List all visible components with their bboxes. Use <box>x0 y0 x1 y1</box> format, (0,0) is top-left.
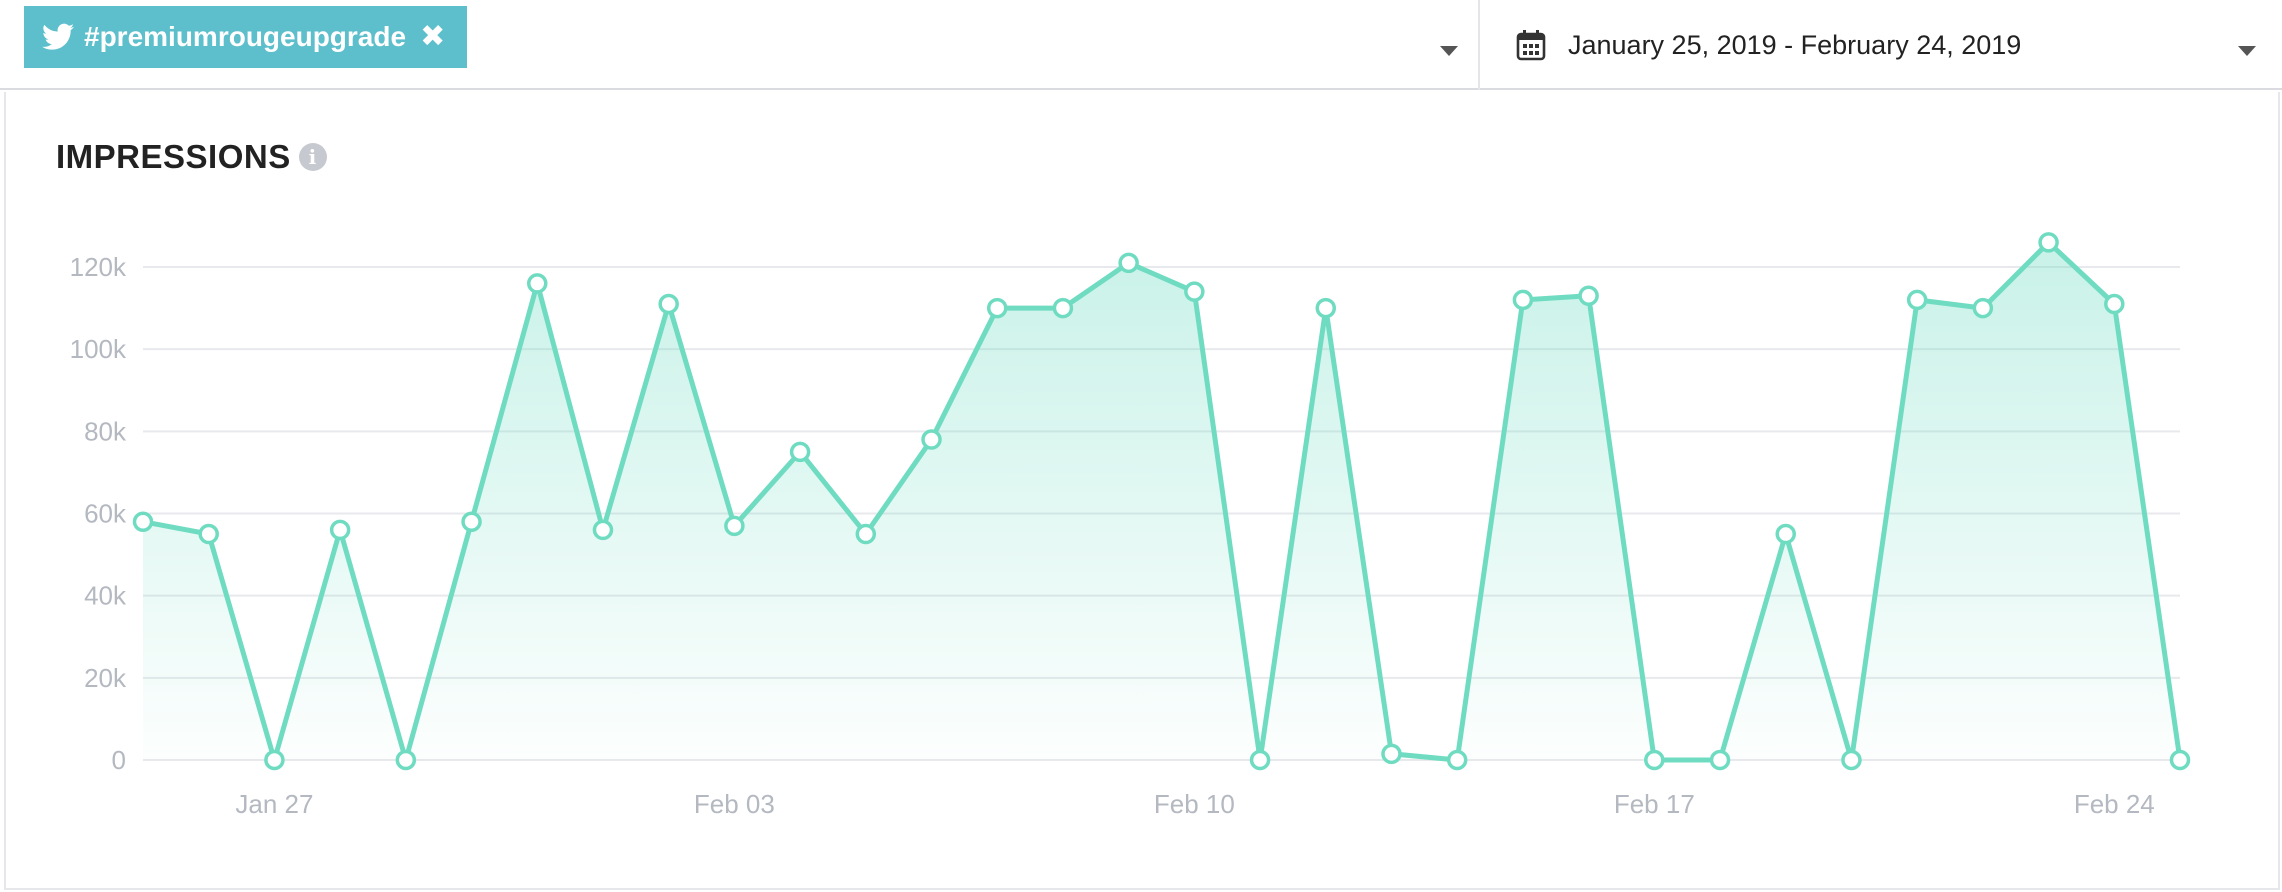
y-tick-label: 80k <box>84 416 127 446</box>
data-point[interactable] <box>724 515 745 537</box>
data-point[interactable] <box>1972 297 1994 319</box>
data-point[interactable] <box>1381 743 1402 765</box>
data-point[interactable] <box>1512 289 1534 311</box>
x-tick-label: Jan 27 <box>235 789 313 819</box>
y-tick-label: 0 <box>112 745 126 775</box>
data-point[interactable] <box>789 441 811 463</box>
data-point[interactable] <box>1315 297 1337 319</box>
y-tick-label: 100k <box>70 334 127 364</box>
data-point[interactable] <box>395 749 417 771</box>
data-point[interactable] <box>986 297 1008 319</box>
data-point[interactable] <box>527 273 548 294</box>
x-tick-label: Feb 17 <box>1614 789 1695 819</box>
data-point[interactable] <box>855 523 877 545</box>
data-point[interactable] <box>1841 749 1862 771</box>
data-point[interactable] <box>264 749 285 771</box>
data-point[interactable] <box>2104 293 2125 315</box>
y-tick-label: 120k <box>70 252 127 282</box>
series-area <box>143 242 2180 760</box>
data-point[interactable] <box>2038 232 2059 253</box>
data-point[interactable] <box>1644 749 1665 771</box>
data-point[interactable] <box>1775 523 1796 545</box>
data-point[interactable] <box>461 511 482 532</box>
data-point[interactable] <box>1906 289 1928 311</box>
data-point[interactable] <box>1052 297 1074 319</box>
data-point[interactable] <box>329 519 351 541</box>
data-point[interactable] <box>921 429 942 450</box>
x-tick-label: Feb 03 <box>694 789 775 819</box>
data-point[interactable] <box>132 511 154 532</box>
data-point[interactable] <box>1709 749 1731 771</box>
y-tick-label: 20k <box>84 663 127 693</box>
x-tick-label: Feb 24 <box>2074 789 2155 819</box>
data-point[interactable] <box>1578 285 1599 307</box>
data-point[interactable] <box>592 519 614 541</box>
data-point[interactable] <box>2169 749 2191 771</box>
data-point[interactable] <box>198 523 219 545</box>
data-point[interactable] <box>1249 749 1271 771</box>
y-tick-label: 60k <box>84 499 127 529</box>
impressions-chart: 0 20k 40k 60k 80k 100k 120k Jan 27 Feb 03 Feb 10 F… <box>70 232 2191 819</box>
x-tick-label: Feb 10 <box>1154 789 1235 819</box>
data-point[interactable] <box>1184 281 1205 302</box>
data-point[interactable] <box>658 293 679 315</box>
data-point[interactable] <box>1446 749 1468 771</box>
y-tick-label: 40k <box>84 581 127 611</box>
data-point[interactable] <box>1118 252 1139 274</box>
